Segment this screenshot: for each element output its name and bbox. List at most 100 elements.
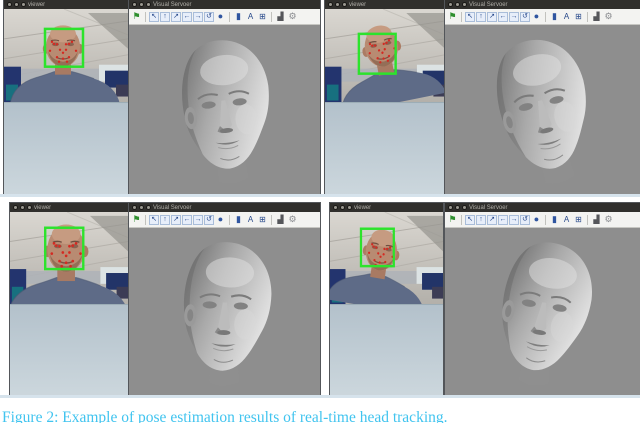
camera-window: viewer — [325, 0, 445, 196]
view-reset-icon[interactable]: ↺ — [520, 215, 530, 225]
text-overlay-icon[interactable]: A — [245, 11, 256, 22]
view-left-icon[interactable]: ← — [182, 215, 192, 225]
window-minimize-button[interactable] — [455, 2, 460, 7]
run-icon[interactable]: ⚑ — [447, 11, 458, 22]
view-right-icon[interactable]: → — [193, 215, 203, 225]
view-left-icon[interactable]: ← — [498, 215, 508, 225]
toolbar-separator — [587, 12, 588, 22]
visualizer-titlebar: Visual Servoer — [129, 0, 320, 9]
camera-window: viewer — [10, 203, 128, 397]
window-minimize-button[interactable] — [14, 2, 19, 7]
window-maximize-button[interactable] — [21, 2, 26, 7]
histogram-icon[interactable]: ▟ — [591, 214, 602, 225]
view-left-icon[interactable]: ← — [498, 12, 508, 22]
settings-icon[interactable]: ⚙ — [603, 11, 614, 22]
run-icon[interactable]: ⚑ — [131, 11, 142, 22]
model-viewport[interactable] — [129, 228, 320, 397]
view-iso-icon[interactable]: ↖ — [465, 12, 475, 22]
window-maximize-button[interactable] — [347, 205, 352, 210]
settings-icon[interactable]: ⚙ — [603, 214, 614, 225]
window-minimize-button[interactable] — [335, 2, 340, 7]
grid-icon[interactable]: ⊞ — [573, 214, 584, 225]
camera-frame — [10, 212, 128, 397]
sphere-icon[interactable]: ● — [215, 11, 226, 22]
visualizer-titlebar: Visual Servoer — [129, 203, 320, 212]
view-iso-icon[interactable]: ↖ — [149, 215, 159, 225]
window-minimize-button[interactable] — [340, 205, 345, 210]
view-front-icon[interactable]: ↗ — [171, 215, 181, 225]
model-viewport[interactable] — [445, 228, 640, 397]
render-solid-icon[interactable]: ▮ — [233, 214, 244, 225]
visualizer-titlebar: Visual Servoer — [445, 203, 640, 212]
figure-grid: viewer Visual Servoer ⚑ ↖ ↑ ↗ ← → ↺ — [0, 0, 640, 423]
view-top-icon[interactable]: ↑ — [476, 12, 486, 22]
grid-icon[interactable]: ⊞ — [257, 11, 268, 22]
view-right-icon[interactable]: → — [509, 215, 519, 225]
window-maximize-button[interactable] — [462, 205, 467, 210]
window-close-button[interactable] — [448, 205, 453, 210]
render-solid-icon[interactable]: ▮ — [549, 214, 560, 225]
view-top-icon[interactable]: ↑ — [476, 215, 486, 225]
window-close-button[interactable] — [132, 2, 137, 7]
view-top-icon[interactable]: ↑ — [160, 215, 170, 225]
text-overlay-icon[interactable]: A — [561, 214, 572, 225]
view-reset-icon[interactable]: ↺ — [204, 215, 214, 225]
model-viewport[interactable] — [129, 25, 320, 196]
window-minimize-button[interactable] — [139, 2, 144, 7]
view-front-icon[interactable]: ↗ — [487, 215, 497, 225]
settings-icon[interactable]: ⚙ — [287, 214, 298, 225]
text-overlay-icon[interactable]: A — [561, 11, 572, 22]
camera-window-title: viewer — [28, 2, 45, 8]
grid-icon[interactable]: ⊞ — [257, 214, 268, 225]
text-overlay-icon[interactable]: A — [245, 214, 256, 225]
window-close-button[interactable] — [333, 205, 338, 210]
window-minimize-button[interactable] — [139, 205, 144, 210]
view-top-icon[interactable]: ↑ — [160, 12, 170, 22]
histogram-icon[interactable]: ▟ — [275, 214, 286, 225]
view-reset-icon[interactable]: ↺ — [520, 12, 530, 22]
head-model-render — [445, 228, 640, 397]
window-close-button[interactable] — [328, 2, 333, 7]
view-left-icon[interactable]: ← — [182, 12, 192, 22]
view-front-icon[interactable]: ↗ — [487, 12, 497, 22]
window-close-button[interactable] — [13, 205, 18, 210]
model-viewport[interactable] — [445, 25, 640, 196]
window-minimize-button[interactable] — [455, 205, 460, 210]
visualizer-toolbar: ⚑ ↖ ↑ ↗ ← → ↺ ● ▮ A ⊞ ▟ ⚙ — [129, 212, 320, 228]
toolbar-separator — [229, 215, 230, 225]
window-minimize-button[interactable] — [20, 205, 25, 210]
window-close-button[interactable] — [132, 205, 137, 210]
render-solid-icon[interactable]: ▮ — [549, 11, 560, 22]
grid-icon[interactable]: ⊞ — [573, 11, 584, 22]
camera-window-title: viewer — [349, 2, 366, 8]
view-iso-icon[interactable]: ↖ — [465, 215, 475, 225]
run-icon[interactable]: ⚑ — [131, 214, 142, 225]
window-maximize-button[interactable] — [462, 2, 467, 7]
camera-window: viewer — [4, 0, 128, 196]
window-close-button[interactable] — [7, 2, 12, 7]
camera-window-title: viewer — [354, 205, 371, 211]
toolbar-separator — [145, 215, 146, 225]
window-maximize-button[interactable] — [146, 2, 151, 7]
toolbar-separator — [587, 215, 588, 225]
sphere-icon[interactable]: ● — [215, 214, 226, 225]
visualizer-toolbar: ⚑ ↖ ↑ ↗ ← → ↺ ● ▮ A ⊞ ▟ ⚙ — [129, 9, 320, 25]
window-maximize-button[interactable] — [146, 205, 151, 210]
sphere-icon[interactable]: ● — [531, 214, 542, 225]
window-maximize-button[interactable] — [342, 2, 347, 7]
settings-icon[interactable]: ⚙ — [287, 11, 298, 22]
render-solid-icon[interactable]: ▮ — [233, 11, 244, 22]
view-front-icon[interactable]: ↗ — [171, 12, 181, 22]
window-close-button[interactable] — [448, 2, 453, 7]
histogram-icon[interactable]: ▟ — [591, 11, 602, 22]
view-right-icon[interactable]: → — [193, 12, 203, 22]
window-maximize-button[interactable] — [27, 205, 32, 210]
visualizer-window: Visual Servoer ⚑ ↖ ↑ ↗ ← → ↺ ● ▮ A ⊞ ▟ ⚙ — [129, 203, 320, 397]
view-reset-icon[interactable]: ↺ — [204, 12, 214, 22]
histogram-icon[interactable]: ▟ — [275, 11, 286, 22]
run-icon[interactable]: ⚑ — [447, 214, 458, 225]
view-iso-icon[interactable]: ↖ — [149, 12, 159, 22]
view-right-icon[interactable]: → — [509, 12, 519, 22]
sphere-icon[interactable]: ● — [531, 11, 542, 22]
visualizer-window: Visual Servoer ⚑ ↖ ↑ ↗ ← → ↺ ● ▮ A ⊞ ▟ ⚙ — [129, 0, 320, 196]
